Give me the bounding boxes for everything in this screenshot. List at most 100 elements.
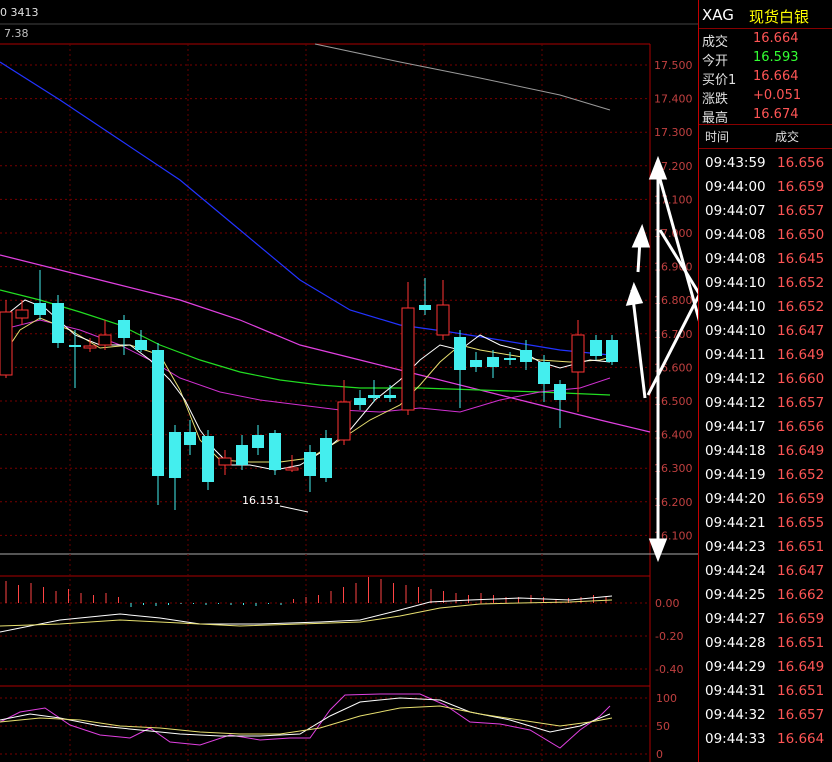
quote-row-key: 涨跌 <box>702 92 729 107</box>
tick-row[interactable]: 09:44:10 16.647 <box>702 323 832 347</box>
tick-row[interactable]: 09:44:11 16.649 <box>702 347 832 371</box>
quote-row-value: 16.664 <box>753 69 799 84</box>
candle-body <box>487 357 499 367</box>
price-axis-label: 16.500 <box>654 395 693 408</box>
tick-row[interactable]: 09:44:23 16.651 <box>702 539 832 563</box>
tick-time: 09:44:32 <box>705 707 766 723</box>
tick-price: 16.659 <box>777 179 825 195</box>
kdj-axis-label: 0 <box>656 748 663 761</box>
ma-line-blue <box>0 61 611 356</box>
tick-price: 16.660 <box>777 371 825 387</box>
macd-axis-label: -0.20 <box>655 630 683 643</box>
tick-row[interactable]: 09:44:08 16.645 <box>702 251 832 275</box>
tick-price: 16.647 <box>777 563 825 579</box>
tick-row[interactable]: 09:44:28 16.651 <box>702 635 832 659</box>
tick-row[interactable]: 09:44:21 16.655 <box>702 515 832 539</box>
tick-row[interactable]: 09:44:07 16.657 <box>702 203 832 227</box>
tick-price: 16.650 <box>777 227 825 243</box>
price-axis-label: 16.200 <box>654 496 693 509</box>
symbol-name: 现货白银 <box>749 8 810 26</box>
candlestick-chart[interactable]: 17.50017.40017.30017.20017.10017.00016.9… <box>0 0 698 762</box>
tick-row[interactable]: 09:44:31 16.651 <box>702 683 832 707</box>
macd-axis-label: -0.40 <box>655 663 683 676</box>
tick-row[interactable]: 09:44:25 16.662 <box>702 587 832 611</box>
tick-time: 09:44:11 <box>705 347 766 363</box>
tick-row[interactable]: 09:44:20 16.659 <box>702 491 832 515</box>
candle-body <box>135 340 147 350</box>
tick-time: 09:44:25 <box>705 587 766 603</box>
tick-row[interactable]: 09:43:59 16.656 <box>702 155 832 179</box>
chart-subheader-info: 7.38 <box>4 27 29 40</box>
tick-time: 09:44:28 <box>705 635 766 651</box>
kdj-axis-label: 50 <box>656 720 670 733</box>
price-axis-label: 17.100 <box>654 193 693 206</box>
tick-time: 09:44:10 <box>705 299 766 315</box>
candle-body <box>202 436 214 482</box>
candle-body <box>34 303 46 315</box>
tick-row[interactable]: 09:44:10 16.652 <box>702 299 832 323</box>
symbol-code: XAG <box>702 6 734 24</box>
tick-time: 09:44:12 <box>705 371 766 387</box>
candle-body <box>470 360 482 367</box>
tick-row[interactable]: 09:44:32 16.657 <box>702 707 832 731</box>
tick-time: 09:44:27 <box>705 611 766 627</box>
tick-row[interactable]: 09:44:29 16.649 <box>702 659 832 683</box>
tick-row[interactable]: 09:44:12 16.660 <box>702 371 832 395</box>
tick-price: 16.649 <box>777 443 825 459</box>
price-axis-label: 16.400 <box>654 429 693 442</box>
tick-time: 09:44:18 <box>705 443 766 459</box>
tick-time: 09:44:17 <box>705 419 766 435</box>
price-axis-label: 17.300 <box>654 126 693 139</box>
quote-row-value: 16.674 <box>753 107 799 122</box>
candle-body <box>0 311 13 376</box>
price-axis-label: 17.400 <box>654 93 693 106</box>
candle-body <box>218 457 232 466</box>
tick-price: 16.652 <box>777 467 825 483</box>
candle-body <box>304 452 316 476</box>
tick-row[interactable]: 09:44:27 16.659 <box>702 611 832 635</box>
tick-time: 09:44:33 <box>705 731 766 747</box>
candle-body <box>606 340 618 362</box>
tick-price: 16.651 <box>777 539 825 555</box>
tick-row[interactable]: 09:44:18 16.649 <box>702 443 832 467</box>
tick-price: 16.652 <box>777 275 825 291</box>
macd-axis-label: 0.00 <box>655 597 680 610</box>
candle-body <box>118 320 130 338</box>
tick-row[interactable]: 09:44:08 16.650 <box>702 227 832 251</box>
tick-price: 16.655 <box>777 515 825 531</box>
tick-price: 16.659 <box>777 611 825 627</box>
candle-body <box>504 358 516 360</box>
tick-time: 09:44:21 <box>705 515 766 531</box>
price-axis-label: 16.300 <box>654 462 693 475</box>
candle-body <box>83 345 97 349</box>
tick-price: 16.656 <box>777 155 825 171</box>
tick-time: 09:43:59 <box>705 155 766 171</box>
chart-header-info: 0 3413 <box>0 6 39 19</box>
candle-body <box>236 445 248 465</box>
candle-body <box>52 303 64 343</box>
tick-price: 16.657 <box>777 203 825 219</box>
tick-price: 16.649 <box>777 347 825 363</box>
tick-price: 16.649 <box>777 659 825 675</box>
candle-body <box>285 467 299 471</box>
tick-row[interactable]: 09:44:00 16.659 <box>702 179 832 203</box>
tick-header-price: 成交 <box>775 130 800 144</box>
tick-row[interactable]: 09:44:24 16.647 <box>702 563 832 587</box>
tick-row[interactable]: 09:44:17 16.656 <box>702 419 832 443</box>
candle-body <box>454 337 466 370</box>
price-axis-label: 16.700 <box>654 328 693 341</box>
tick-row[interactable]: 09:44:19 16.652 <box>702 467 832 491</box>
price-axis-label: 17.500 <box>654 59 693 72</box>
tick-time: 09:44:00 <box>705 179 766 195</box>
candle-body <box>401 307 415 411</box>
kdj-axis-label: 100 <box>656 692 677 705</box>
tick-row[interactable]: 09:44:10 16.652 <box>702 275 832 299</box>
candle-body <box>269 433 281 470</box>
tick-row[interactable]: 09:44:33 16.664 <box>702 731 832 755</box>
tick-price: 16.645 <box>777 251 825 267</box>
tick-price: 16.651 <box>777 635 825 651</box>
low-price-label: 16.151 <box>242 494 281 507</box>
candle-body <box>419 305 431 310</box>
tick-price: 16.662 <box>777 587 825 603</box>
tick-row[interactable]: 09:44:12 16.657 <box>702 395 832 419</box>
